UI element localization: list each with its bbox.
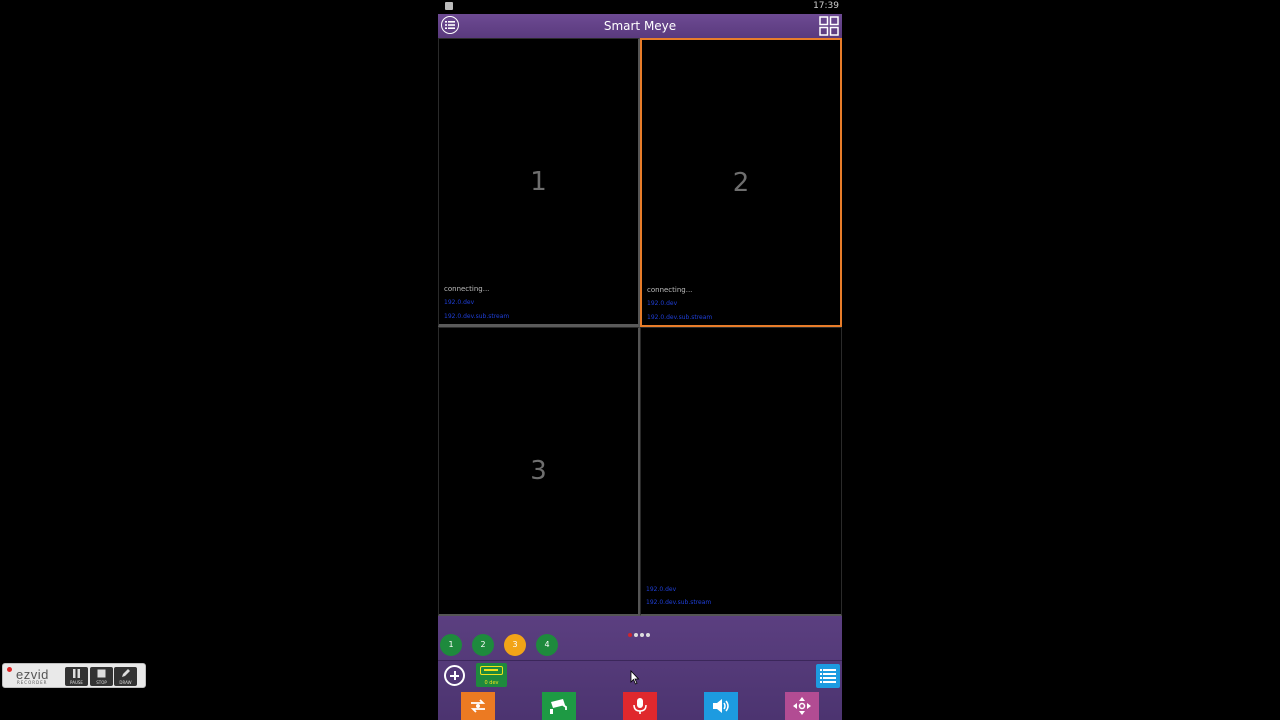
divider: [438, 660, 842, 661]
cell-status: connecting...: [444, 285, 490, 293]
cell-number: 3: [530, 456, 547, 486]
grid-layout-icon[interactable]: [819, 16, 839, 36]
status-clock: 17:39: [813, 1, 839, 11]
cell-status: connecting...: [647, 286, 693, 294]
stop-label: STOP: [96, 680, 107, 685]
channel-button-1[interactable]: 1: [440, 634, 462, 656]
speaker-icon: [713, 699, 729, 713]
cell-stream-info: 192.0.dev.sub.stream: [647, 314, 713, 321]
list-button[interactable]: [816, 664, 840, 688]
status-bar: 17:39: [438, 0, 842, 14]
add-circle-icon[interactable]: [444, 665, 465, 686]
recorder-brand-sub: RECORDER: [17, 680, 48, 685]
video-cell-2[interactable]: 2 connecting... 192.0.dev 192.0.dev.sub.…: [640, 38, 842, 327]
cell-stream-info: 192.0.dev.sub.stream: [646, 599, 712, 606]
cell-device-info: 192.0.dev: [646, 586, 677, 593]
cell-device-info: 192.0.dev: [444, 299, 475, 306]
ptz-arrows-icon: [793, 697, 811, 715]
video-grid: 1 connecting... 192.0.dev 192.0.dev.sub.…: [438, 38, 842, 616]
channel-button-3[interactable]: 3: [504, 634, 526, 656]
speaker-button[interactable]: [704, 692, 738, 720]
app-window: 17:39 Smart Meye 1 connecting... 192.0.d…: [438, 0, 842, 720]
device-count-label: 0 dev: [484, 680, 499, 686]
stop-icon: [97, 669, 106, 678]
app-title: Smart Meye: [603, 19, 677, 33]
pointer-icon: [630, 670, 640, 685]
app-bar: Smart Meye: [438, 14, 842, 39]
recorder-pause-button[interactable]: PAUSE: [65, 667, 88, 686]
notification-icon: [445, 2, 453, 10]
channel-button-2[interactable]: 2: [472, 634, 494, 656]
list-icon: [820, 669, 836, 683]
cell-stream-info: 192.0.dev.sub.stream: [444, 313, 510, 320]
recorder-stop-button[interactable]: STOP: [90, 667, 113, 686]
recorder-draw-button[interactable]: DRAW: [114, 667, 137, 686]
action-bar: [438, 692, 842, 720]
dvr-device-icon: [480, 666, 503, 675]
video-cell-3[interactable]: 3: [438, 327, 640, 616]
microphone-icon: [633, 698, 647, 714]
microphone-button[interactable]: [623, 692, 657, 720]
record-dot-icon: [7, 667, 12, 672]
cell-device-info: 192.0.dev: [647, 300, 678, 307]
pause-icon: [73, 669, 80, 678]
switch-stream-icon: [470, 699, 486, 713]
pause-label: PAUSE: [70, 680, 83, 685]
video-cell-1[interactable]: 1 connecting... 192.0.dev 192.0.dev.sub.…: [438, 38, 640, 327]
tool-row: 0 dev: [438, 663, 842, 690]
cctv-camera-icon: [550, 699, 567, 714]
control-panel: 1 2 3 4 0 dev: [438, 616, 842, 720]
ptz-button[interactable]: [785, 692, 819, 720]
draw-label: DRAW: [119, 680, 132, 685]
channel-selector: 1 2 3 4: [438, 634, 842, 658]
page-indicator: [628, 622, 652, 637]
recorder-overlay: ezvid RECORDER PAUSE STOP DRAW: [2, 663, 146, 688]
pencil-icon: [122, 669, 130, 677]
channel-button-4[interactable]: 4: [536, 634, 558, 656]
video-cell-4[interactable]: 192.0.dev 192.0.dev.sub.stream: [640, 327, 842, 616]
device-button[interactable]: 0 dev: [476, 663, 507, 687]
switch-stream-button[interactable]: [461, 692, 495, 720]
camera-button[interactable]: [542, 692, 576, 720]
cell-number: 2: [732, 168, 750, 198]
cell-number: 1: [530, 167, 547, 197]
